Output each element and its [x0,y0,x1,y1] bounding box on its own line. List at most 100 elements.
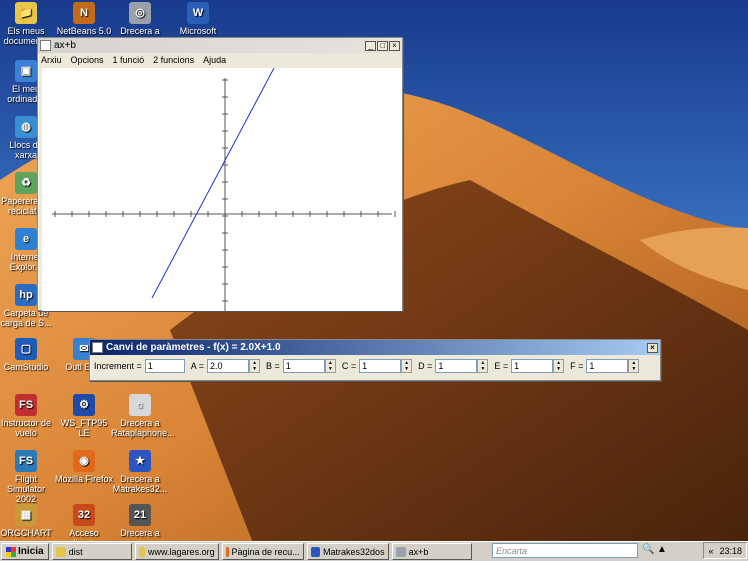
shortcut-icon: ▦ [15,504,37,526]
task-icon [225,546,229,557]
close-button[interactable]: × [647,342,658,353]
parameter-field: B = ▲▼ [266,359,336,373]
taskbar-button[interactable]: www.lagares.org [134,543,219,560]
spin-down-icon[interactable]: ▼ [325,366,335,372]
spinner[interactable]: ▲ ▼ [553,359,565,373]
taskbar-button[interactable]: ax+b [391,543,472,560]
search-icon[interactable]: 🔍 [642,544,654,555]
desktop-icon-label: Instructor de vuelo [0,418,52,438]
parameter-input[interactable] [586,359,629,373]
graph-menubar: Arxiu Opcions 1 funció 2 funcions Ajuda [38,53,402,67]
task-icon [55,546,66,557]
system-tray: « 23:18 [703,542,747,559]
parameter-label: C = [341,361,357,371]
taskbar-button[interactable]: Pàgina de recu... [221,543,304,560]
desktop-icon-label: Carpeta de carga de S... [0,308,52,328]
shortcut-icon: ◉ [73,450,95,472]
spin-down-icon[interactable]: ▼ [554,366,564,372]
parameter-field: F = ▲▼ [570,359,640,373]
desktop-icon[interactable]: FS Instructor de vuelo [0,394,55,438]
java-app-icon [40,40,51,51]
parameter-input[interactable] [435,359,478,373]
java-app-icon [92,342,103,353]
spin-down-icon[interactable]: ▼ [250,366,260,372]
graph-window-title: ax+b [54,40,76,51]
menu-ajuda[interactable]: Ajuda [203,55,226,65]
shortcut-icon: ♻ [15,172,37,194]
function-line [151,68,275,299]
spin-down-icon[interactable]: ▼ [629,366,639,372]
desktop-icon[interactable]: N NetBeans 5.0 [55,2,113,36]
desktop-icon[interactable]: ▢ CamStudio [0,338,55,372]
taskbar-button[interactable]: Matrakes32dos [306,543,389,560]
parameter-label: E = [494,361,509,371]
spinner[interactable]: ▲ ▼ [324,359,336,373]
parameter-label: D = [418,361,433,371]
task-icon [395,546,406,557]
shortcut-icon: ▢ [15,338,37,360]
desktop-icon[interactable]: ★ Drecera a Matrakes32... [111,450,169,494]
parameter-field: A = ▲▼ [190,359,261,373]
parameter-label: Increment = [94,361,142,371]
parameter-field: D = ▲▼ [418,359,489,373]
desktop-icon[interactable]: FS Flight Simulator 2002 [0,450,55,504]
parameter-input[interactable] [511,359,554,373]
up-arrow-icon[interactable]: ▲ [657,544,667,555]
shortcut-icon: FS [15,450,37,472]
menu-1-funcio[interactable]: 1 funció [113,55,145,65]
desktop-icon-label: CamStudio [3,362,49,372]
spinner[interactable]: ▲ ▼ [477,359,489,373]
parameter-field: Increment = [94,359,185,373]
graph-window[interactable]: ax+b _ □ × Arxiu Opcions 1 funció 2 func… [37,37,403,311]
shortcut-icon: N [73,2,95,24]
parameter-label: F = [570,361,584,371]
desktop-icon-label: Flight Simulator 2002 [6,474,45,504]
menu-arxiu[interactable]: Arxiu [41,55,62,65]
spinner[interactable]: ▲ ▼ [249,359,261,373]
spinner[interactable]: ▲ ▼ [628,359,640,373]
parameter-field: E = ▲▼ [494,359,565,373]
shortcut-icon: ★ [129,450,151,472]
desktop-icon-label: Mozilla Firefox [55,474,114,484]
parameter-input[interactable] [359,359,402,373]
parameter-label: B = [266,361,280,371]
desktop-icon[interactable]: ☼ Drecera a Rataplaphone... [111,394,175,438]
close-button[interactable]: × [389,40,400,51]
parameter-input[interactable] [282,359,325,373]
spinner[interactable]: ▲ ▼ [401,359,413,373]
graph-window-titlebar[interactable]: ax+b _ □ × [38,38,402,53]
desktop-icon-label: Drecera a [120,528,160,538]
parameter-window-titlebar[interactable]: Canvi de paràmetres - f(x) = 2.0X+1.0 × [90,340,660,355]
shortcut-icon: 21 [129,504,151,526]
desktop-icon[interactable]: ◉ Mozilla Firefox [55,450,113,484]
spin-down-icon[interactable]: ▼ [402,366,412,372]
encarta-search-input[interactable]: Encarta [492,543,638,558]
menu-2-funcions[interactable]: 2 funcions [153,55,194,65]
task-icon [310,546,321,557]
desktop-icon-label: WS_FTP95 LE [60,418,108,438]
shortcut-icon: ◎ [129,2,151,24]
spin-down-icon[interactable]: ▼ [478,366,488,372]
desktop-icon[interactable]: ⚙ WS_FTP95 LE [55,394,113,438]
start-button[interactable]: Inicia [1,543,49,560]
minimize-button[interactable]: _ [365,40,376,51]
maximize-button[interactable]: □ [377,40,388,51]
shortcut-icon: hp [15,284,37,306]
tray-expand-icon[interactable]: « [708,546,713,556]
parameter-input[interactable] [207,359,250,373]
parameter-window[interactable]: Canvi de paràmetres - f(x) = 2.0X+1.0 × … [89,339,661,381]
desktop-icon-label: Drecera a Matrakes32... [112,474,168,494]
function-plot-canvas[interactable] [42,68,402,311]
desktop-icon[interactable]: 21 Drecera a [111,504,169,538]
shortcut-icon: e [15,228,37,250]
desktop-icon[interactable]: ◎ Drecera a [111,2,169,36]
taskbar-button[interactable]: dist [51,543,132,560]
shortcut-icon: 📁 [15,2,37,24]
parameter-label: A = [190,361,205,371]
shortcut-icon: ☼ [129,394,151,416]
shortcut-icon: ⚙ [73,394,95,416]
shortcut-icon: ◍ [15,116,37,138]
windows-logo-icon [6,546,16,557]
menu-opcions[interactable]: Opcions [71,55,104,65]
parameter-input[interactable] [144,359,185,373]
